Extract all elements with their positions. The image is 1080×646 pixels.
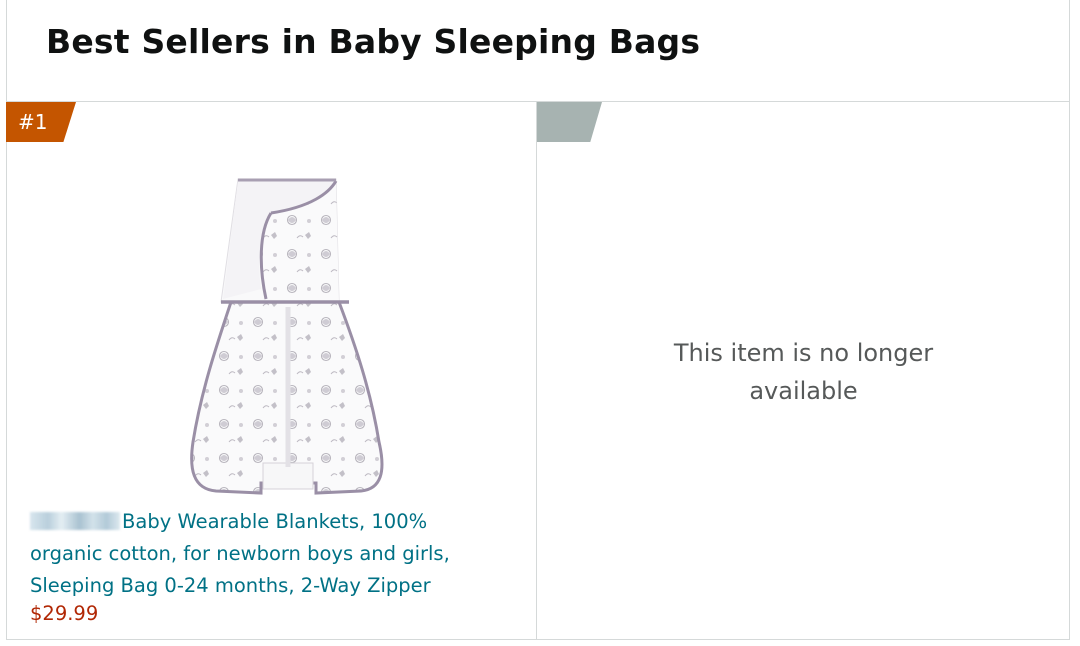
product-title-link[interactable]: Baby Wearable Blankets, 100% organic cot… (30, 506, 500, 602)
product-image[interactable] (181, 177, 391, 497)
page-title: Best Sellers in Baby Sleeping Bags (46, 22, 701, 61)
brand-name-blurred (30, 512, 120, 530)
rank-badge-empty (537, 102, 602, 142)
rank-badge: #1 (6, 102, 76, 142)
best-sellers-grid: #1 Baby Wearable Blankets, 100% organic … (6, 101, 1070, 640)
product-price: $29.99 (30, 602, 99, 625)
product-card-1[interactable]: #1 Baby Wearable Blankets, 100% organic … (6, 102, 537, 640)
page-header: Best Sellers in Baby Sleeping Bags (6, 0, 1070, 101)
unavailable-line-1: This item is no longer (673, 339, 934, 367)
unavailable-line-2: available (749, 377, 858, 405)
item-unavailable-message: This item is no longer available (537, 334, 1070, 410)
product-card-2: This item is no longer available (537, 102, 1070, 640)
